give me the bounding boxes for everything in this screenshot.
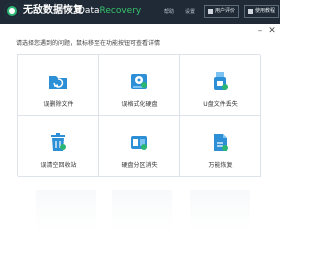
help-link[interactable]: 帮助 — [164, 8, 174, 16]
options-grid: 误删除文件 误格式化硬盘 U盘文件丢失 误清空回收站 硬盘分区消失 万能恢复 — [17, 54, 261, 177]
reflection-shadow — [36, 190, 96, 230]
settings-link[interactable]: 设置 — [185, 8, 195, 16]
disk-format-icon — [131, 74, 147, 89]
option-universal-restore[interactable]: 万能恢复 — [180, 116, 261, 177]
universal-restore-icon — [214, 134, 228, 151]
option-label: 误删除文件 — [43, 101, 74, 108]
option-deleted-files[interactable]: 误删除文件 — [18, 55, 99, 116]
option-label: U盘文件丢失 — [203, 101, 238, 108]
brand-primary: Data — [78, 6, 100, 16]
reflection-shadow — [190, 190, 250, 230]
instruction-text: 请选择您遇到的问题，鼠标移至在功能按钮可查看详情 — [16, 40, 161, 47]
user-review-label: 用户评价 — [215, 8, 236, 14]
brand-secondary: Recovery — [99, 6, 142, 16]
option-partition-lost[interactable]: 硬盘分区消失 — [99, 116, 180, 177]
title-bar: 无敌数据恢复 DataRecovery 帮助 设置 用户评价 使用教程 — [0, 0, 280, 24]
app-title: 无敌数据恢复 — [23, 5, 83, 16]
option-usb-lost[interactable]: U盘文件丢失 — [180, 55, 261, 116]
partition-icon — [131, 136, 147, 150]
folder-icon — [49, 76, 67, 89]
recycle-bin-icon — [51, 133, 66, 151]
app-brand: DataRecovery — [78, 5, 141, 17]
reflection-shadow — [112, 190, 172, 230]
option-label: 万能恢复 — [208, 162, 233, 169]
book-icon — [248, 9, 253, 14]
app-logo-icon — [4, 3, 20, 19]
minimize-icon[interactable]: – — [254, 24, 266, 38]
tutorial-label: 使用教程 — [255, 8, 276, 14]
option-label: 误格式化硬盘 — [121, 101, 158, 108]
close-icon[interactable]: ✕ — [266, 24, 278, 38]
chat-icon — [208, 9, 213, 14]
option-label: 误清空回收站 — [40, 162, 77, 169]
option-label: 硬盘分区消失 — [121, 162, 158, 169]
option-emptied-recycle-bin[interactable]: 误清空回收站 — [18, 116, 99, 177]
tutorial-button[interactable]: 使用教程 — [244, 5, 280, 18]
user-review-button[interactable]: 用户评价 — [204, 5, 240, 18]
usb-drive-icon — [214, 72, 228, 90]
option-formatted-disk[interactable]: 误格式化硬盘 — [99, 55, 180, 116]
